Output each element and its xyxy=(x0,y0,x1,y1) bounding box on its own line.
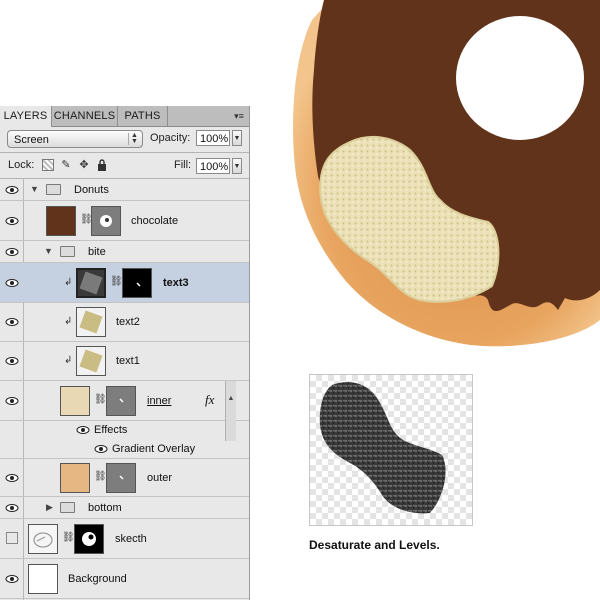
gradient-overlay-label: Gradient Overlay xyxy=(112,443,196,455)
layer-text1[interactable]: ↲ text1 xyxy=(0,342,249,381)
layer-thumbnail xyxy=(76,307,106,337)
donut-hole xyxy=(456,16,584,140)
tab-layers[interactable]: LAYERS xyxy=(0,106,52,127)
layer-name: Background xyxy=(68,573,127,585)
eye-icon[interactable] xyxy=(5,572,19,586)
link-chain-icon[interactable]: ⛓ xyxy=(110,276,123,287)
lock-image-brush-icon[interactable]: ✎ xyxy=(60,159,72,171)
expand-triangle-down-icon[interactable]: ▼ xyxy=(30,184,39,194)
layers-panel: LAYERS CHANNELS PATHS ▾≡ Screen ▲ ▼ Opaci… xyxy=(0,106,250,600)
eye-icon[interactable] xyxy=(5,394,19,408)
layer-group-bite[interactable]: ▼ bite xyxy=(0,241,249,263)
layer-thumbnail xyxy=(76,346,106,376)
layer-name: Donuts xyxy=(74,184,109,196)
layer-name: text2 xyxy=(116,316,140,328)
lock-label: Lock: xyxy=(8,159,35,171)
layer-text2[interactable]: ↲ text2 xyxy=(0,303,249,342)
mask-thumbnail xyxy=(106,463,136,493)
mask-thumbnail xyxy=(122,268,152,298)
layer-chocolate[interactable]: ⛓ chocolate xyxy=(0,201,249,241)
fill-dropdown-icon[interactable]: ▼ xyxy=(232,158,242,174)
eye-icon[interactable] xyxy=(5,471,19,485)
layer-name: text3 xyxy=(163,277,189,289)
fill-label: Fill: xyxy=(174,159,192,171)
link-chain-icon[interactable]: ⛓ xyxy=(94,471,107,482)
mask-thumbnail xyxy=(91,206,121,236)
texture-preview xyxy=(309,374,473,526)
divider xyxy=(0,152,249,153)
clipping-arrow-icon: ↲ xyxy=(64,277,73,288)
effects-label: Effects xyxy=(94,424,128,436)
layer-background[interactable]: Background xyxy=(0,559,249,599)
effect-gradient-overlay[interactable]: Gradient Overlay xyxy=(0,439,249,459)
eye-icon[interactable] xyxy=(5,501,19,515)
layer-name: chocolate xyxy=(131,215,179,227)
eye-icon[interactable] xyxy=(94,442,108,456)
layer-thumbnail xyxy=(60,386,90,416)
panel-menu-icon[interactable]: ▾≡ xyxy=(232,110,246,122)
layer-name: text1 xyxy=(116,355,140,367)
layer-name: inner xyxy=(147,395,172,407)
layer-group-donuts[interactable]: ▼ Donuts xyxy=(0,179,249,201)
eye-icon[interactable] xyxy=(5,214,19,228)
tab-channels[interactable]: CHANNELS xyxy=(52,106,118,126)
eye-icon[interactable] xyxy=(5,354,19,368)
link-chain-icon[interactable]: ⛓ xyxy=(94,394,107,405)
lock-all-padlock-icon[interactable] xyxy=(96,159,108,171)
eye-icon[interactable] xyxy=(5,276,19,290)
opacity-label: Opacity: xyxy=(150,132,191,144)
eye-icon[interactable] xyxy=(5,183,19,197)
mask-thumbnail xyxy=(106,386,136,416)
layer-thumbnail xyxy=(46,206,76,236)
fx-icon[interactable]: fx xyxy=(205,392,214,408)
layer-group-bottom[interactable]: ▶ bottom xyxy=(0,497,249,519)
layer-thumbnail xyxy=(28,564,58,594)
folder-icon xyxy=(46,184,61,195)
layer-name: skecth xyxy=(115,533,147,545)
layer-name: bottom xyxy=(88,502,122,514)
expand-triangle-down-icon[interactable]: ▼ xyxy=(44,246,53,256)
expand-triangle-right-icon[interactable]: ▶ xyxy=(46,502,53,513)
layer-thumbnail xyxy=(28,524,58,554)
panel-tabs: LAYERS CHANNELS PATHS ▾≡ xyxy=(0,106,249,127)
texture-shape xyxy=(319,382,446,514)
blend-mode-select[interactable]: Screen ▲ ▼ xyxy=(7,130,143,148)
lock-position-move-icon[interactable]: ✥ xyxy=(78,159,90,171)
scrollbar[interactable]: ▲ xyxy=(225,381,236,441)
updown-arrows-icon: ▲ ▼ xyxy=(128,132,140,145)
eye-icon[interactable] xyxy=(76,423,90,437)
layer-inner[interactable]: ⛓ inner fx xyxy=(0,381,249,421)
folder-icon xyxy=(60,246,75,257)
opacity-dropdown-icon[interactable]: ▼ xyxy=(232,130,242,146)
layer-outer[interactable]: ⛓ outer xyxy=(0,459,249,497)
lock-transparency-icon[interactable] xyxy=(42,159,54,171)
layer-text3-selected[interactable]: ↲ ⛓ text3 xyxy=(0,263,249,303)
mask-thumbnail xyxy=(74,524,104,554)
layer-thumbnail xyxy=(60,463,90,493)
eye-icon[interactable] xyxy=(5,315,19,329)
layer-effects[interactable]: Effects xyxy=(0,421,249,439)
visibility-toggle-empty[interactable] xyxy=(6,532,18,544)
link-chain-icon[interactable]: ⛓ xyxy=(62,532,75,543)
fill-input[interactable]: 100% xyxy=(196,158,230,174)
tab-paths[interactable]: PATHS xyxy=(118,106,168,126)
blend-mode-value: Screen xyxy=(14,134,49,146)
opacity-input[interactable]: 100% xyxy=(196,130,230,146)
layer-skecth[interactable]: ⛓ skecth xyxy=(0,519,249,559)
clipping-arrow-icon: ↲ xyxy=(64,316,73,327)
layer-name: bite xyxy=(88,246,106,258)
layer-name: outer xyxy=(147,472,173,484)
folder-icon xyxy=(60,502,75,513)
caption-text: Desaturate and Levels. xyxy=(309,538,440,552)
layer-thumbnail xyxy=(76,268,106,298)
donut-illustration xyxy=(293,0,600,347)
clipping-arrow-icon: ↲ xyxy=(64,355,73,366)
eye-icon[interactable] xyxy=(5,245,19,259)
